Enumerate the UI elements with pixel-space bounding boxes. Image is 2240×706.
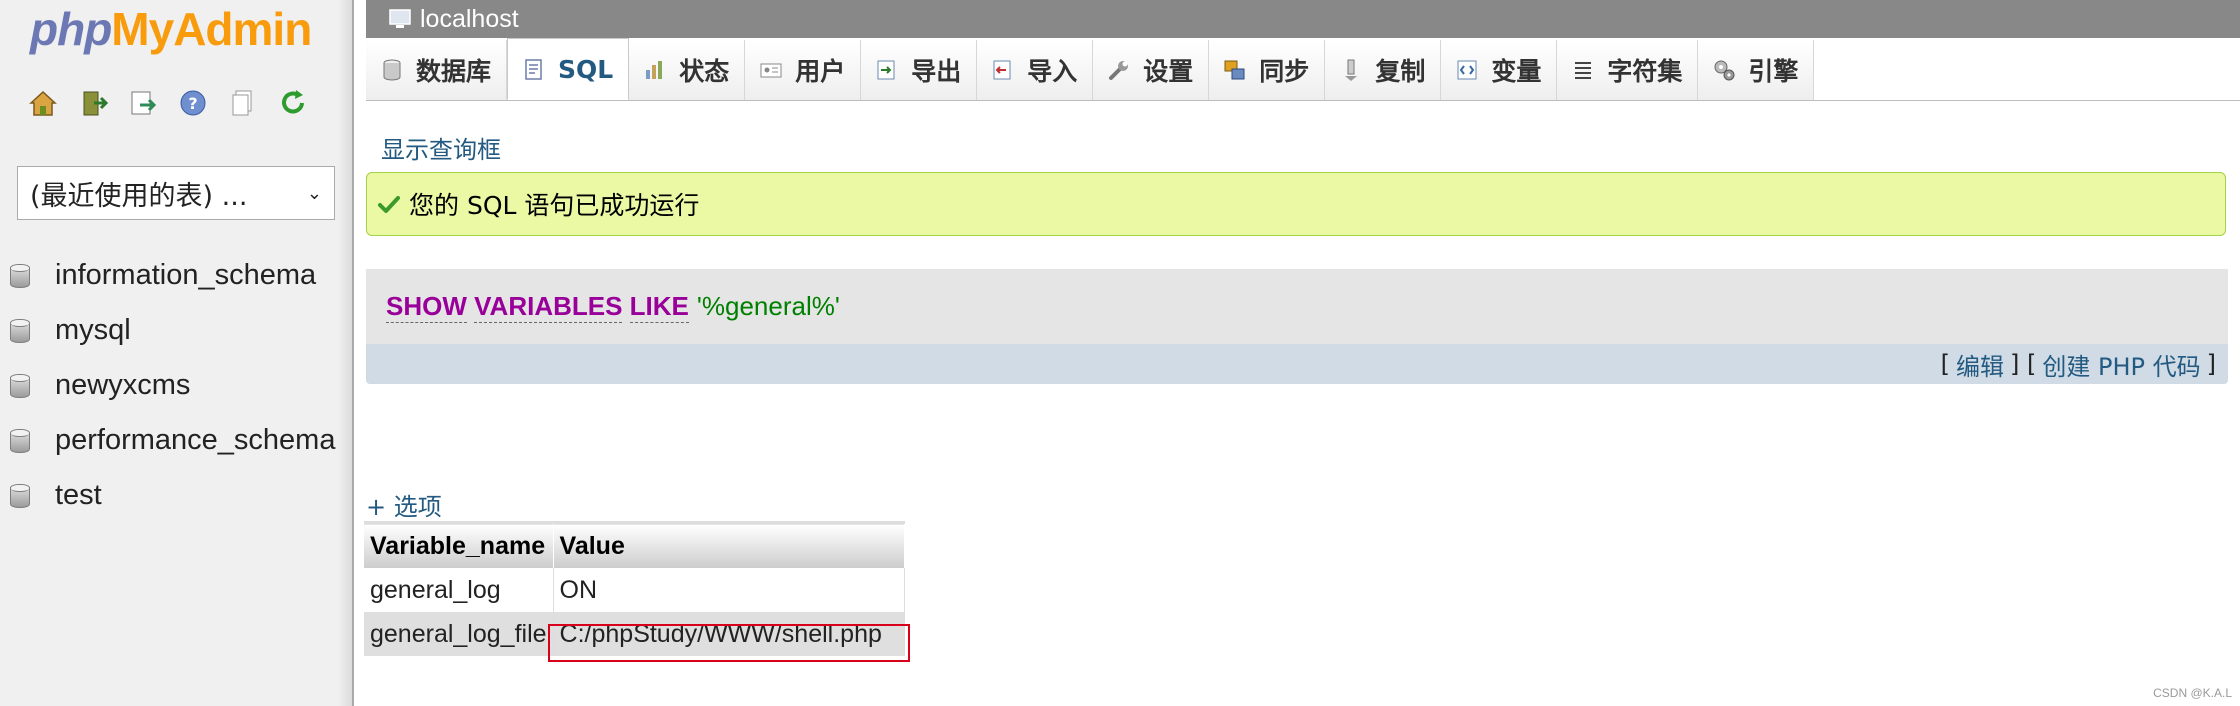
database-icon — [10, 373, 30, 398]
tab-users[interactable]: 用户 — [745, 40, 862, 100]
bracket: ] [ — [2010, 350, 2037, 378]
database-tree: information_schema mysql newyxcms perfor… — [10, 248, 335, 523]
server-breadcrumb: localhost — [366, 0, 2240, 38]
watermark: CSDN @K.A.L — [2153, 686, 2232, 700]
sql-query-display: SHOW VARIABLES LIKE '%general%' — [366, 269, 2228, 344]
tab-label: 设置 — [1143, 57, 1194, 86]
engine-icon — [1714, 60, 1735, 81]
tab-replication[interactable]: 复制 — [1325, 40, 1442, 100]
column-header-variable-name[interactable]: Variable_name — [364, 522, 554, 568]
tab-charset[interactable]: 字符集 — [1557, 40, 1699, 100]
column-header-value[interactable]: Value — [553, 522, 905, 568]
tab-export[interactable]: 导出 — [861, 40, 978, 100]
show-query-box-link[interactable]: 显示查询框 — [381, 130, 501, 165]
charset-icon — [1575, 62, 1592, 79]
phpmyadmin-logo[interactable]: phpMyAdmin — [30, 2, 312, 56]
tab-label: 同步 — [1259, 57, 1310, 86]
sync-icon — [1224, 60, 1245, 80]
server-icon — [389, 9, 411, 28]
table-cell: general_log — [364, 568, 554, 612]
db-name[interactable]: mysql — [55, 314, 131, 347]
create-php-code-link[interactable]: 创建 PHP 代码 — [2042, 347, 2200, 382]
replication-icon — [1345, 59, 1358, 81]
edit-query-link[interactable]: 编辑 — [1956, 347, 2004, 382]
check-icon — [378, 196, 400, 213]
recent-tables-select-wrap: (最近使用的表) ... ⌄ — [17, 166, 335, 220]
server-name-link[interactable]: localhost — [420, 5, 519, 34]
tab-settings[interactable]: 设置 — [1093, 40, 1210, 100]
db-name[interactable]: test — [55, 479, 102, 512]
recent-tables-value: (最近使用的表) ... — [30, 180, 248, 212]
sql-action-links: [ 编辑 ] [ 创建 PHP 代码 ] — [366, 344, 2228, 384]
bracket: [ — [1940, 350, 1951, 378]
tab-label: 引擎 — [1748, 57, 1799, 86]
tab-label: 状态 — [679, 57, 730, 86]
options-toggle-link[interactable]: + 选项 — [366, 487, 442, 522]
docs-icon[interactable] — [228, 88, 258, 118]
logo-php: php — [30, 3, 112, 55]
tab-label: 数据库 — [416, 57, 492, 86]
sql-query-icon[interactable] — [128, 88, 158, 118]
navigation-panel: phpMyAdmin ? (最近使用的表) ... ⌄ information_… — [0, 0, 354, 706]
success-message: 您的 SQL 语句已成功运行 — [366, 172, 2226, 236]
import-icon — [993, 60, 1011, 80]
sql-keyword-show[interactable]: SHOW — [386, 291, 467, 323]
variables-icon — [1457, 60, 1477, 80]
database-icon — [10, 483, 30, 508]
home-icon[interactable] — [28, 88, 58, 118]
database-icon — [10, 428, 30, 453]
table-cell: general_log_file — [364, 612, 554, 656]
db-name[interactable]: information_schema — [55, 259, 316, 292]
main-tabs: 数据库 SQL 状态 用户 导出 导入 设置 同步 复制 变量 字符集 引擎 — [366, 38, 2240, 101]
tab-label: 变量 — [1491, 57, 1542, 86]
sql-keyword-like[interactable]: LIKE — [629, 291, 689, 323]
tab-label: SQL — [558, 54, 614, 84]
tab-label: 导入 — [1027, 57, 1078, 86]
success-text: 您的 SQL 语句已成功运行 — [409, 191, 700, 220]
database-icon — [10, 263, 30, 288]
table-row: general_log ON — [364, 568, 905, 612]
tab-label: 复制 — [1375, 57, 1426, 86]
users-icon — [760, 63, 782, 78]
db-item-test[interactable]: test — [10, 468, 335, 523]
tab-databases[interactable]: 数据库 — [366, 40, 508, 100]
tab-sync[interactable]: 同步 — [1209, 40, 1326, 100]
db-item-performance-schema[interactable]: performance_schema — [10, 413, 335, 468]
sql-icon — [525, 59, 542, 80]
status-icon — [646, 61, 663, 79]
db-item-information-schema[interactable]: information_schema — [10, 248, 335, 303]
logo-my: My — [111, 3, 174, 55]
db-name[interactable]: newyxcms — [55, 369, 190, 402]
tab-label: 字符集 — [1607, 57, 1683, 86]
tab-status[interactable]: 状态 — [629, 40, 746, 100]
bracket: ] — [2206, 350, 2216, 378]
db-name[interactable]: performance_schema — [55, 424, 335, 457]
reload-icon[interactable] — [278, 88, 308, 118]
settings-icon — [1109, 61, 1129, 80]
svg-text:?: ? — [188, 94, 197, 113]
sql-string-literal: '%general%' — [696, 291, 840, 321]
recent-tables-select[interactable]: (最近使用的表) ... ⌄ — [17, 166, 335, 220]
export-icon — [877, 60, 895, 80]
highlight-annotation-box — [548, 624, 910, 662]
tab-engines[interactable]: 引擎 — [1698, 40, 1815, 100]
tab-label: 导出 — [911, 57, 962, 86]
logo-admin: Admin — [173, 3, 312, 55]
tab-sql[interactable]: SQL — [507, 38, 630, 100]
table-header-row: Variable_name Value — [364, 522, 905, 568]
tab-label: 用户 — [795, 57, 846, 86]
sql-keyword-variables[interactable]: VARIABLES — [474, 291, 623, 323]
logout-icon[interactable] — [78, 88, 108, 118]
table-cell: ON — [553, 568, 905, 612]
tab-import[interactable]: 导入 — [977, 40, 1094, 100]
nav-icon-bar: ? — [28, 88, 308, 118]
help-icon[interactable]: ? — [178, 88, 208, 118]
chevron-down-icon: ⌄ — [306, 182, 322, 204]
tab-variables[interactable]: 变量 — [1441, 40, 1558, 100]
database-icon — [10, 318, 30, 343]
db-item-newyxcms[interactable]: newyxcms — [10, 358, 335, 413]
db-item-mysql[interactable]: mysql — [10, 303, 335, 358]
database-icon — [383, 59, 401, 81]
